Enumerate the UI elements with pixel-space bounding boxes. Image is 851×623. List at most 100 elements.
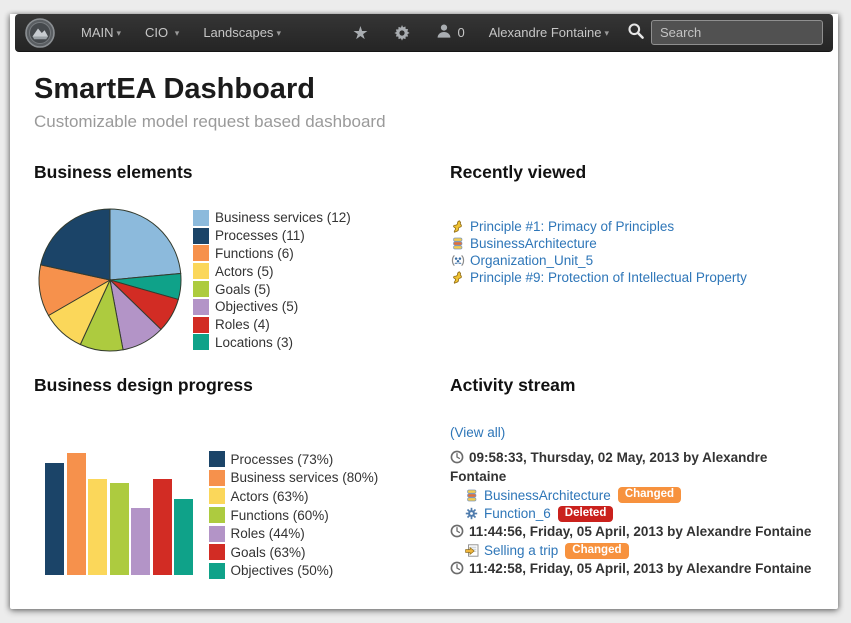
view-all-link[interactable]: (View all) — [450, 425, 505, 440]
panel-activity-stream: Activity stream (View all) 09:58:33, Thu… — [450, 375, 824, 579]
user-count-group[interactable]: 0 — [436, 23, 464, 42]
user-name-label: Alexandre Fontaine — [489, 25, 602, 40]
legend-item: Processes (73%) — [209, 450, 379, 469]
menu-main[interactable]: MAIN▾ — [69, 25, 133, 40]
legend-label: Goals (63%) — [231, 545, 306, 560]
layers-icon — [464, 489, 479, 502]
legend-swatch — [209, 488, 225, 504]
legend-swatch — [193, 245, 209, 261]
search-icon[interactable] — [627, 22, 645, 43]
panel-title: Activity stream — [450, 375, 824, 396]
bar-processes — [45, 463, 64, 575]
status-badge: Changed — [618, 487, 681, 503]
legend-swatch — [209, 526, 225, 542]
activity-item: Function_6 Deleted — [464, 505, 818, 524]
activity-item-link[interactable]: BusinessArchitecture — [484, 488, 611, 503]
status-badge: Deleted — [558, 506, 614, 522]
panel-title: Business design progress — [34, 375, 450, 396]
top-navbar: MAIN▾ CIO ▾ Landscapes▾ ★ 0 Alex — [15, 14, 833, 52]
menu-main-label: MAIN — [81, 25, 114, 40]
legend-label: Actors (63%) — [231, 489, 309, 504]
legend-label: Functions (60%) — [231, 508, 329, 523]
chevron-down-icon: ▾ — [604, 28, 609, 38]
legend-swatch — [209, 507, 225, 523]
user-menu[interactable]: Alexandre Fontaine▾ — [489, 25, 609, 40]
legend-item: Actors (63%) — [209, 487, 379, 506]
bar-legend: Processes (73%) Business services (80%) Ac… — [209, 450, 379, 580]
legend-label: Objectives (5) — [215, 299, 298, 314]
layers-icon — [450, 237, 465, 250]
page-title: SmartEA Dashboard — [34, 73, 824, 106]
panel-business-elements: Business elements Business services (12)… — [34, 162, 450, 353]
legend-label: Goals (5) — [215, 282, 271, 297]
bar-business-services — [67, 453, 86, 575]
bar-actors — [88, 479, 107, 575]
legend-item: Objectives (50%) — [209, 562, 379, 581]
pie-slice — [110, 209, 181, 280]
process-icon — [464, 544, 479, 557]
dashboard-content: SmartEA Dashboard Customizable model req… — [10, 73, 838, 579]
search-input[interactable] — [651, 20, 823, 45]
legend-item: Processes (11) — [193, 227, 351, 245]
chevron-down-icon: ▾ — [175, 28, 180, 38]
legend-swatch — [193, 334, 209, 350]
menu-landscapes-label: Landscapes — [203, 25, 273, 40]
legend-swatch — [193, 299, 209, 315]
legend-swatch — [193, 210, 209, 226]
recently-viewed-link[interactable]: Principle #1: Primacy of Principles — [470, 219, 674, 234]
recently-viewed-list: Principle #1: Primacy of Principles Busin… — [450, 219, 824, 284]
list-item: Organization_Unit_5 — [450, 253, 824, 267]
menu-landscapes[interactable]: Landscapes▾ — [191, 25, 293, 40]
timestamp-text: 11:44:56, Friday, 05 April, 2013 by Alex… — [469, 524, 811, 539]
bar-chart-block: Processes (73%) Business services (80%) Ac… — [34, 448, 450, 575]
legend-label: Objectives (50%) — [231, 563, 334, 578]
legend-label: Business services (12) — [215, 210, 351, 225]
clock-icon — [450, 561, 469, 576]
legend-item: Actors (5) — [193, 262, 351, 280]
recently-viewed-link[interactable]: Principle #9: Protection of Intellectual… — [470, 270, 747, 285]
panel-business-design-progress: Business design progress Processes (73%)… — [34, 375, 450, 579]
legend-item: Functions (6) — [193, 245, 351, 263]
pie-legend: Business services (12) Processes (11) Func… — [193, 209, 351, 351]
legend-label: Processes (11) — [215, 228, 305, 243]
legend-swatch — [193, 317, 209, 333]
legend-swatch — [193, 228, 209, 244]
legend-swatch — [209, 451, 225, 467]
principle-icon — [450, 220, 465, 233]
menu-cio[interactable]: CIO ▾ — [133, 25, 191, 40]
activity-stream-list: 09:58:33, Thursday, 02 May, 2013 by Alex… — [450, 449, 824, 579]
user-count: 0 — [457, 25, 464, 40]
recently-viewed-link[interactable]: Organization_Unit_5 — [470, 253, 593, 268]
pie-chart-block: Business services (12) Processes (11) Func… — [34, 207, 450, 353]
legend-item: Roles (44%) — [209, 524, 379, 543]
timestamp-text: 09:58:33, Thursday, 02 May, 2013 by Alex… — [450, 450, 767, 484]
legend-label: Functions (6) — [215, 246, 294, 261]
legend-label: Business services (80%) — [231, 470, 379, 485]
gear-icon[interactable] — [394, 25, 410, 41]
timestamp-text: 11:42:58, Friday, 05 April, 2013 by Alex… — [469, 561, 811, 576]
principle-icon — [450, 271, 465, 284]
activity-item: BusinessArchitecture Changed — [464, 486, 818, 505]
legend-label: Processes (73%) — [231, 452, 334, 467]
bar-functions — [110, 483, 129, 575]
list-item: Principle #9: Protection of Intellectual… — [450, 270, 824, 284]
star-icon[interactable]: ★ — [352, 24, 368, 42]
legend-swatch — [209, 544, 225, 560]
app-logo-icon[interactable] — [25, 18, 55, 48]
bar-objectives — [174, 499, 193, 576]
legend-swatch — [193, 263, 209, 279]
dashboard-grid: Business elements Business services (12)… — [34, 162, 824, 579]
user-icon — [436, 23, 452, 42]
legend-item: Goals (5) — [193, 280, 351, 298]
legend-item: Business services (80%) — [209, 469, 379, 488]
legend-item: Business services (12) — [193, 209, 351, 227]
legend-item: Goals (63%) — [209, 543, 379, 562]
recently-viewed-link[interactable]: BusinessArchitecture — [470, 236, 597, 251]
bar-chart — [45, 450, 196, 575]
clock-icon — [450, 524, 469, 539]
legend-label: Locations (3) — [215, 335, 293, 350]
function-icon — [464, 507, 479, 520]
activity-item-link[interactable]: Selling a trip — [484, 543, 558, 558]
activity-item-link[interactable]: Function_6 — [484, 506, 551, 521]
legend-label: Actors (5) — [215, 264, 274, 279]
